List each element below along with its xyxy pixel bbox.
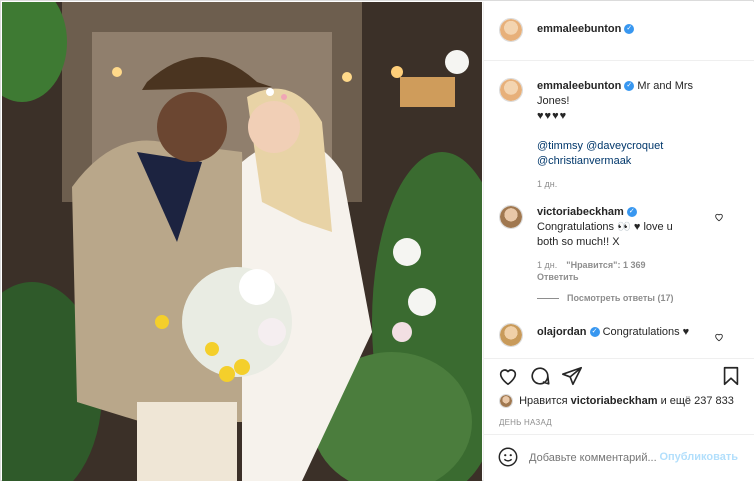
- save-button[interactable]: [720, 365, 742, 387]
- post-date[interactable]: ДЕНЬ НАЗАД: [499, 418, 552, 427]
- caption-text-line2: Jones!: [537, 95, 570, 107]
- caption-text-line1: Mr and Mrs: [637, 80, 694, 92]
- verified-badge-icon: ✓: [624, 81, 635, 92]
- likes-count[interactable]: и ещё 237 833: [661, 395, 734, 407]
- comment-text-line1: Congratulations 👀 ♥ love u: [537, 221, 673, 233]
- publish-button[interactable]: Опубликовать: [659, 451, 738, 463]
- comment-button[interactable]: [529, 365, 551, 387]
- view-replies-label: Посмотреть ответы (17): [567, 293, 674, 303]
- comment-timestamp[interactable]: 1 дн.: [537, 260, 557, 270]
- verified-badge-icon: ✓: [624, 24, 635, 35]
- mention-christianvermaak[interactable]: @christianvermaak: [537, 154, 742, 169]
- comment-icon: [531, 367, 550, 385]
- post-modal: emmaleebunton ✓ emmaleebunton ✓ Mr and Mrs…: [0, 0, 754, 481]
- caption-username[interactable]: emmaleebunton: [537, 80, 621, 92]
- bookmark-icon: [723, 366, 739, 386]
- post-photo[interactable]: [2, 2, 482, 481]
- reply-button[interactable]: Ответить: [537, 271, 712, 283]
- mention-daveycroquet[interactable]: @daveycroquet: [586, 140, 663, 152]
- comment-text: Congratulations ♥: [602, 326, 690, 338]
- wedding-photo-illustration: [2, 2, 482, 481]
- share-button[interactable]: [561, 365, 583, 387]
- caption-timestamp[interactable]: 1 дн.: [537, 177, 742, 192]
- comment-item: victoriabeckham ✓ Congratulations 👀 ♥ lov…: [484, 195, 754, 310]
- liker-username[interactable]: victoriabeckham: [571, 395, 658, 407]
- comment-text-line2: both so much!! X: [537, 236, 620, 248]
- actions-divider: [484, 358, 754, 359]
- commenter-username[interactable]: victoriabeckham: [537, 206, 624, 218]
- caption-avatar[interactable]: [499, 78, 523, 102]
- post-side-panel: emmaleebunton ✓ emmaleebunton ✓ Mr and Mrs…: [483, 2, 754, 481]
- post-caption: emmaleebunton ✓ Mr and Mrs Jones! ♥♥♥♥ @t…: [484, 60, 754, 195]
- replies-line: [537, 297, 559, 299]
- commenter-avatar[interactable]: [499, 205, 523, 229]
- author-username[interactable]: emmaleebunton: [537, 23, 621, 35]
- author-avatar[interactable]: [499, 18, 523, 42]
- emoji-button[interactable]: [497, 446, 519, 468]
- caption-hearts: ♥♥♥♥: [537, 110, 568, 122]
- verified-badge-icon: ✓: [589, 327, 600, 338]
- comment-heart-icon[interactable]: [714, 212, 724, 222]
- comment-heart-icon[interactable]: [714, 332, 724, 342]
- commenter-avatar[interactable]: [499, 323, 523, 347]
- likes-prefix: Нравится: [519, 394, 568, 407]
- comment-item: olajordan ✓ Congratulations ♥: [484, 320, 754, 360]
- likes-summary: Нравится victoriabeckham и ещё 237 833: [499, 394, 734, 408]
- share-icon: [562, 366, 582, 386]
- post-header: emmaleebunton ✓: [484, 2, 754, 60]
- verified-badge-icon: ✓: [626, 207, 637, 218]
- commenter-username[interactable]: olajordan: [537, 326, 587, 338]
- liker-avatar[interactable]: [499, 394, 513, 408]
- comment-input[interactable]: [529, 450, 679, 466]
- mention-timmsy[interactable]: @timmsy: [537, 140, 583, 152]
- heart-icon: [499, 369, 517, 386]
- emoji-icon: [498, 447, 518, 467]
- comment-like-count[interactable]: "Нравится": 1 369: [566, 260, 645, 270]
- comment-box-divider: [484, 434, 754, 435]
- view-replies-button[interactable]: Посмотреть ответы (17): [537, 292, 673, 304]
- like-button[interactable]: [497, 365, 519, 387]
